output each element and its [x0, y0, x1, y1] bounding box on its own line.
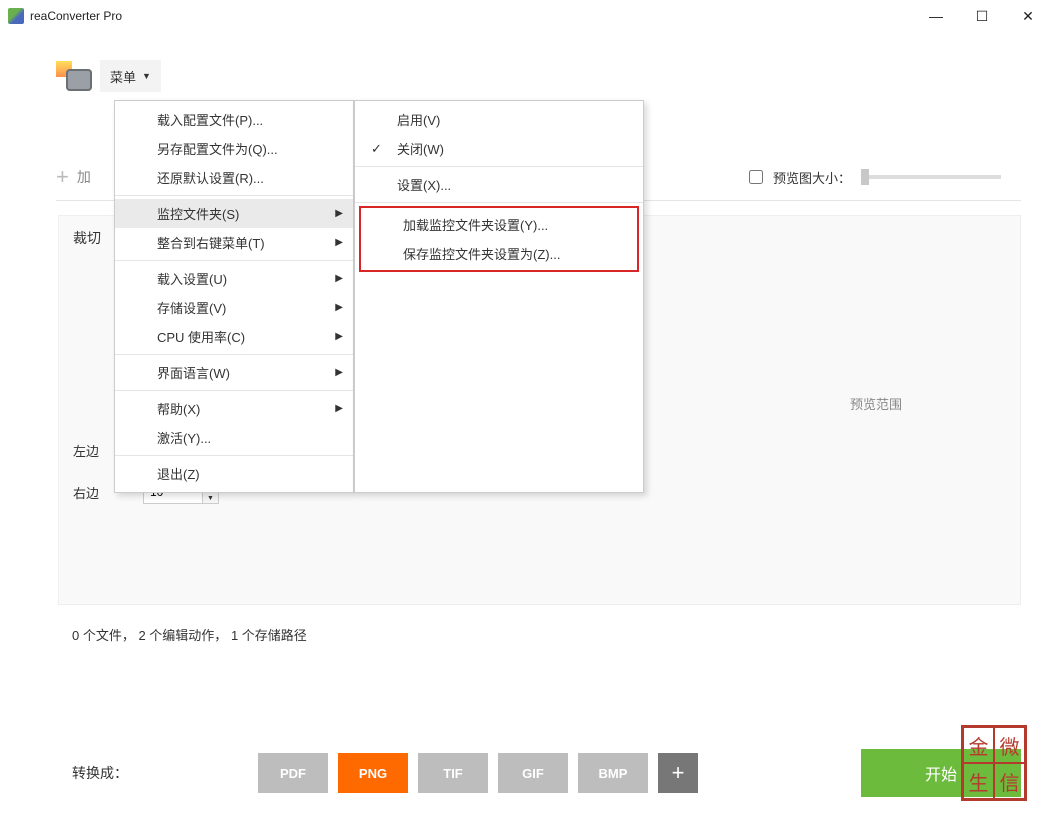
format-tif[interactable]: TIF [418, 753, 488, 793]
format-tif-label: TIF [443, 766, 463, 781]
menu-save-settings[interactable]: 存储设置(V) ▶ [115, 293, 353, 322]
bottom-bar: 转换成： PDF PNG TIF GIF BMP + 开始 [0, 749, 1051, 797]
format-bmp-label: BMP [599, 766, 628, 781]
mi-label: 还原默认设置(R)... [157, 168, 264, 187]
mi-label: 关闭(W) [397, 139, 444, 158]
window-title: reaConverter Pro [30, 9, 913, 23]
main-menu-dropdown: 载入配置文件(P)... 另存配置文件为(Q)... 还原默认设置(R)... … [114, 100, 354, 493]
menu-separator [355, 202, 643, 203]
mi-label: 载入配置文件(P)... [157, 110, 263, 129]
menu-button-label: 菜单 [110, 67, 136, 86]
preview-area: 预览范围 [746, 226, 1006, 580]
minimize-button[interactable]: — [913, 0, 959, 32]
mi-label: 激活(Y)... [157, 428, 211, 447]
maximize-button[interactable]: ☐ [959, 0, 1005, 32]
plus-icon: + [56, 164, 69, 190]
preview-size-label: 预览图大小： [773, 168, 851, 187]
watch-folder-submenu: 启用(V) 关闭(W) 设置(X)... 加载监控文件夹设置(Y)... 保存监… [354, 100, 644, 493]
mi-label: 启用(V) [397, 110, 440, 129]
menu-load-profile[interactable]: 载入配置文件(P)... [115, 105, 353, 134]
menu-watch-folder[interactable]: 监控文件夹(S) ▶ [115, 199, 353, 228]
format-gif-label: GIF [522, 766, 544, 781]
menu-exit[interactable]: 退出(Z) [115, 459, 353, 488]
format-gif[interactable]: GIF [498, 753, 568, 793]
chevron-right-icon: ▶ [335, 208, 343, 219]
mi-label: 监控文件夹(S) [157, 204, 239, 223]
menu-save-profile-as[interactable]: 另存配置文件为(Q)... [115, 134, 353, 163]
window-titlebar: reaConverter Pro — ☐ ✕ [0, 0, 1051, 32]
menu-cpu-usage[interactable]: CPU 使用率(C) ▶ [115, 322, 353, 351]
watermark-stamp: 金微生信 [961, 725, 1027, 801]
submenu-load-watch-settings[interactable]: 加载监控文件夹设置(Y)... [361, 210, 637, 239]
menu-separator [115, 455, 353, 456]
menu-context-menu[interactable]: 整合到右键菜单(T) ▶ [115, 228, 353, 257]
close-button[interactable]: ✕ [1005, 0, 1051, 32]
preview-scope-label: 预览范围 [850, 394, 902, 413]
mi-label: 另存配置文件为(Q)... [157, 139, 278, 158]
add-action-label: 加 [77, 167, 91, 187]
menu-separator [115, 354, 353, 355]
submenu-disable[interactable]: 关闭(W) [355, 134, 643, 163]
menu-separator [115, 260, 353, 261]
status-line: 0 个文件， 2 个编辑动作， 1 个存储路径 [0, 605, 1051, 644]
window-controls: — ☐ ✕ [913, 0, 1051, 32]
app-icon [8, 8, 24, 24]
menu-ui-language[interactable]: 界面语言(W) ▶ [115, 358, 353, 387]
mi-label: 整合到右键菜单(T) [157, 233, 265, 252]
chevron-right-icon: ▶ [335, 403, 343, 414]
menu-button[interactable]: 菜单 ▼ [100, 60, 161, 92]
chevron-right-icon: ▶ [335, 331, 343, 342]
menu-restore-defaults[interactable]: 还原默认设置(R)... [115, 163, 353, 192]
format-pdf-label: PDF [280, 766, 306, 781]
submenu-enable[interactable]: 启用(V) [355, 105, 643, 134]
start-button-label: 开始 [925, 761, 957, 785]
menu-separator [115, 390, 353, 391]
format-pdf[interactable]: PDF [258, 753, 328, 793]
status-files: 0 个文件， [72, 628, 135, 643]
mi-label: 帮助(X) [157, 399, 200, 418]
format-bmp[interactable]: BMP [578, 753, 648, 793]
convert-to-label: 转换成： [72, 763, 128, 783]
preview-size-checkbox[interactable] [749, 170, 763, 184]
add-format-button[interactable]: + [658, 753, 698, 793]
format-png[interactable]: PNG [338, 753, 408, 793]
mi-label: 存储设置(V) [157, 298, 226, 317]
mi-label: 加载监控文件夹设置(Y)... [403, 215, 548, 234]
app-logo-icon [56, 61, 92, 91]
mi-label: 退出(Z) [157, 464, 200, 483]
chevron-right-icon: ▶ [335, 367, 343, 378]
crop-left-label: 左边 [73, 441, 113, 460]
menu-help[interactable]: 帮助(X) ▶ [115, 394, 353, 423]
main-toolbar: 菜单 ▼ [0, 32, 1051, 100]
crop-right-label: 右边 [73, 483, 113, 502]
preview-size-slider[interactable] [861, 175, 1001, 179]
status-paths: 1 个存储路径 [231, 628, 307, 643]
submenu-settings[interactable]: 设置(X)... [355, 170, 643, 199]
menu-load-settings[interactable]: 载入设置(U) ▶ [115, 264, 353, 293]
slider-thumb[interactable] [861, 169, 869, 185]
mi-label: 设置(X)... [397, 175, 451, 194]
chevron-right-icon: ▶ [335, 237, 343, 248]
chevron-down-icon: ▼ [142, 71, 151, 81]
mi-label: 载入设置(U) [157, 269, 227, 288]
menu-dropdown-layer: 载入配置文件(P)... 另存配置文件为(Q)... 还原默认设置(R)... … [114, 100, 644, 493]
mi-label: CPU 使用率(C) [157, 327, 245, 346]
menu-separator [115, 195, 353, 196]
format-png-label: PNG [359, 766, 387, 781]
submenu-save-watch-settings-as[interactable]: 保存监控文件夹设置为(Z)... [361, 239, 637, 268]
preview-size-control: 预览图大小： [749, 168, 1001, 187]
highlighted-box: 加载监控文件夹设置(Y)... 保存监控文件夹设置为(Z)... [359, 206, 639, 272]
mi-label: 界面语言(W) [157, 363, 230, 382]
spin-down-icon[interactable]: ▼ [203, 492, 219, 504]
add-action-button[interactable]: + 加 [56, 164, 91, 190]
menu-separator [355, 166, 643, 167]
chevron-right-icon: ▶ [335, 273, 343, 284]
status-actions: 2 个编辑动作， [138, 628, 227, 643]
mi-label: 保存监控文件夹设置为(Z)... [403, 244, 560, 263]
chevron-right-icon: ▶ [335, 302, 343, 313]
menu-activate[interactable]: 激活(Y)... [115, 423, 353, 452]
